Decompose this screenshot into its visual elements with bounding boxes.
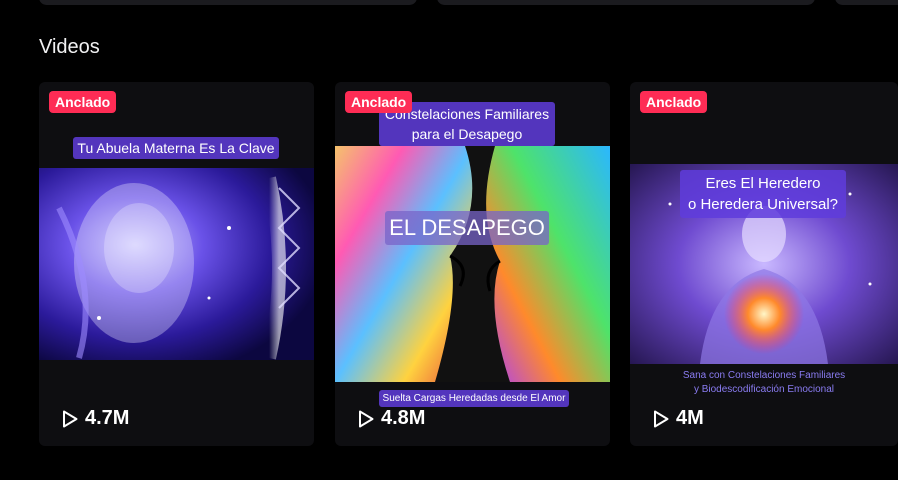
view-count-text: 4.7M [85, 407, 130, 429]
pinned-badge: Anclado [345, 91, 413, 113]
caption-line: Eres El Heredero [705, 175, 821, 192]
caption-line: y Biodescodificación Emocional [693, 384, 835, 395]
video-card[interactable]: Anclado Tu Abuela Materna Es La Clave 4.… [39, 82, 314, 446]
play-icon [654, 410, 669, 427]
caption-line: o Heredera Universal? [687, 196, 839, 213]
view-count-text: 4M [676, 407, 704, 429]
video-card[interactable]: Anclado Constelaciones Familiares para e… [335, 82, 610, 446]
video-card[interactable]: Anclado Eres El Heredero o Heredera Univ… [630, 82, 898, 446]
view-count: 4M [652, 407, 704, 430]
previous-row-card [835, 0, 898, 5]
pinned-badge: Anclado [49, 91, 117, 113]
view-count: 4.8M [357, 407, 425, 430]
video-thumbnail [39, 168, 314, 360]
play-icon [359, 410, 374, 427]
video-title-overlay: EL DESAPEGO [385, 211, 549, 245]
pinned-badge: Anclado [640, 91, 708, 113]
section-title: Videos [39, 36, 100, 58]
previous-row-card [437, 0, 815, 5]
video-thumbnail [335, 146, 610, 382]
play-icon [63, 410, 78, 427]
video-caption: Eres El Heredero o Heredera Universal? [680, 170, 846, 218]
previous-row-card [39, 0, 417, 5]
view-count: 4.7M [61, 407, 129, 430]
caption-line: Sana con Constelaciones Familiares [682, 370, 846, 381]
caption-line: para el Desapego [411, 126, 523, 142]
video-subtitle: Suelta Cargas Heredadas desde El Amor [379, 390, 569, 407]
video-caption: Tu Abuela Materna Es La Clave [73, 137, 279, 159]
video-subtitle: Sana con Constelaciones Familiares y Bio… [630, 369, 898, 397]
view-count-text: 4.8M [381, 407, 426, 429]
